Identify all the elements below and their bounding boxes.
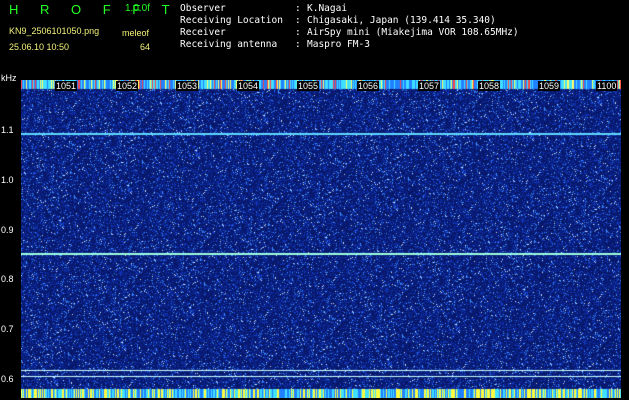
y-tick-label: 1.1 <box>1 125 14 135</box>
date-time: 25.06.10 10:50 <box>9 42 70 52</box>
info-key: Observer <box>180 3 226 14</box>
spectrogram-plot <box>21 80 621 398</box>
info-observer: Observer: K.Nagai <box>180 3 347 14</box>
time-tick-label: 1057 <box>418 81 441 91</box>
info-colon: : <box>295 39 301 50</box>
time-tick-label: 1058 <box>478 81 501 91</box>
y-tick-label: 0.6 <box>1 374 14 384</box>
param-value: 64 <box>140 42 151 52</box>
info-colon: : <box>295 27 301 38</box>
info-value: K.Nagai <box>307 3 348 14</box>
app-version: 1.0.0f <box>125 3 151 14</box>
info-colon: : <box>295 15 301 26</box>
time-tick-label: 1059 <box>538 81 561 91</box>
info-key: Receiving Location <box>180 15 283 26</box>
info-key: Receiving antenna <box>180 39 278 50</box>
frequency-unit-label: kHz <box>1 73 17 83</box>
y-tick-label: 0.9 <box>1 225 14 235</box>
right-border <box>621 80 629 400</box>
info-value: Maspro FM-3 <box>307 39 370 50</box>
time-tick-label: 1052 <box>116 81 139 91</box>
param-label: meleof <box>122 28 150 38</box>
y-tick-label: 0.7 <box>1 324 14 334</box>
time-tick-label: 1055 <box>297 81 320 91</box>
info-location: Receiving Location: Chigasaki, Japan (139… <box>180 15 496 26</box>
time-tick-label: 1051 <box>55 81 78 91</box>
info-value: AirSpy mini (Miakejima VOR 108.65MHz) <box>307 27 519 38</box>
header-panel: H R O F F T 1.0.0f KN9_2506101050.png 25… <box>0 0 629 78</box>
y-tick-label: 0.8 <box>1 274 14 284</box>
spectrogram-canvas <box>21 80 621 398</box>
info-value: Chigasaki, Japan (139.414 35.340) <box>307 15 496 26</box>
info-colon: : <box>295 3 301 14</box>
y-tick-label: 1.0 <box>1 175 14 185</box>
time-tick-label: 1056 <box>357 81 380 91</box>
time-tick-label: 1053 <box>176 81 199 91</box>
app-title: H R O F F T <box>9 2 179 17</box>
time-tick-label: 1100 <box>596 81 618 91</box>
info-key: Receiver <box>180 27 226 38</box>
info-antenna: Receiving antenna: Maspro FM-3 <box>180 39 370 50</box>
info-receiver: Receiver: AirSpy mini (Miakejima VOR 108.… <box>180 27 519 38</box>
file-name: KN9_2506101050.png <box>9 26 100 36</box>
time-tick-label: 1054 <box>237 81 260 91</box>
